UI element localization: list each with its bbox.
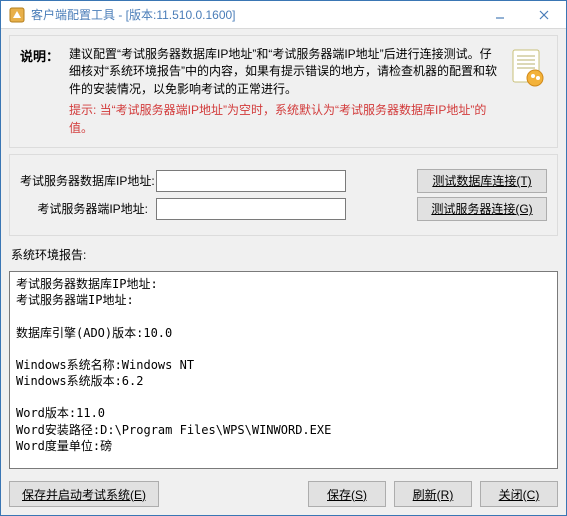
description-hint: 提示: 当“考试服务器端IP地址”为空时，系统默认为“考试服务器数据库IP地址”…: [69, 102, 497, 137]
test-db-connection-button[interactable]: 测试数据库连接(T): [417, 169, 547, 193]
db-ip-label: 考试服务器数据库IP地址:: [20, 172, 148, 189]
server-ip-input[interactable]: [156, 198, 346, 220]
minimize-button[interactable]: [478, 1, 522, 28]
close-button[interactable]: [522, 1, 566, 28]
app-window: 客户端配置工具 - [版本:11.510.0.1600] 说明： 建议配置“考试…: [0, 0, 567, 516]
server-ip-label: 考试服务器端IP地址:: [20, 200, 148, 217]
system-report-text[interactable]: [9, 271, 558, 469]
client-area: 说明： 建议配置“考试服务器数据库IP地址”和“考试服务器端IP地址”后进行连接…: [1, 29, 566, 515]
notes-icon: [507, 46, 547, 90]
window-controls: [478, 1, 566, 28]
db-ip-row: 考试服务器数据库IP地址: 测试数据库连接(T): [20, 169, 547, 193]
window-title: 客户端配置工具 - [版本:11.510.0.1600]: [31, 6, 478, 23]
test-server-connection-button[interactable]: 测试服务器连接(G): [417, 197, 547, 221]
description-body: 建议配置“考试服务器数据库IP地址”和“考试服务器端IP地址”后进行连接测试。仔…: [69, 46, 497, 137]
server-ip-row: 考试服务器端IP地址: 测试服务器连接(G): [20, 197, 547, 221]
titlebar: 客户端配置工具 - [版本:11.510.0.1600]: [1, 1, 566, 29]
description-group: 说明： 建议配置“考试服务器数据库IP地址”和“考试服务器端IP地址”后进行连接…: [9, 35, 558, 148]
close-bottom-button[interactable]: 关闭(C): [480, 481, 558, 507]
bottom-bar: 保存并启动考试系统(E) 保存(S) 刷新(R) 关闭(C): [9, 475, 558, 507]
save-button[interactable]: 保存(S): [308, 481, 386, 507]
app-icon: [9, 7, 25, 23]
description-text: 建议配置“考试服务器数据库IP地址”和“考试服务器端IP地址”后进行连接测试。仔…: [69, 46, 497, 98]
refresh-button[interactable]: 刷新(R): [394, 481, 472, 507]
db-ip-input[interactable]: [156, 170, 346, 192]
report-label: 系统环境报告:: [11, 246, 558, 263]
spacer: [167, 481, 300, 507]
description-label: 说明：: [20, 46, 59, 65]
save-and-start-button[interactable]: 保存并启动考试系统(E): [9, 481, 159, 507]
ip-form-group: 考试服务器数据库IP地址: 测试数据库连接(T) 考试服务器端IP地址: 测试服…: [9, 154, 558, 236]
